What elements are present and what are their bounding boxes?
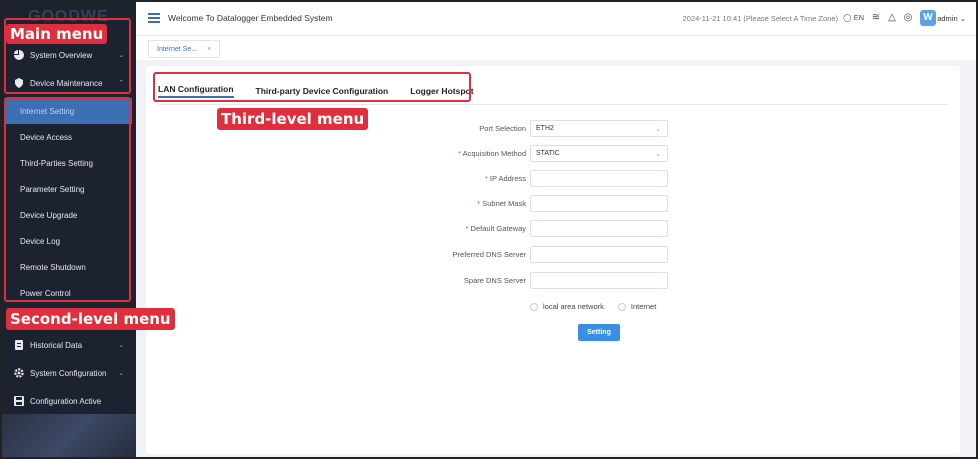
avatar[interactable]: W xyxy=(920,10,936,26)
radio-local-area-network[interactable]: local area network xyxy=(530,302,604,311)
globe-icon: ◯ xyxy=(843,13,854,22)
field-label: * Default Gateway xyxy=(465,224,526,233)
sidebar-item-label: Historical Data xyxy=(30,340,83,350)
timestamp[interactable]: 2024-11-21 10:41 (Please Select A Time Z… xyxy=(683,14,838,23)
subnet-mask-input[interactable] xyxy=(530,195,668,212)
spare-dns-input[interactable] xyxy=(530,272,668,289)
sidebar-item-label: System Configuration xyxy=(30,368,107,378)
gear-icon xyxy=(14,368,24,378)
chevron-down-icon: ⌄ xyxy=(118,342,124,349)
top-header: Welcome To Datalogger Embedded System 20… xyxy=(136,2,976,36)
menu-toggle-icon[interactable] xyxy=(148,13,160,23)
field-label: * IP Address xyxy=(484,174,526,183)
second-level-menu-annotation: Second-level menu xyxy=(6,308,175,330)
form-row-ip-address: * IP Address xyxy=(436,170,668,187)
port-selection-select[interactable]: ETH2 ⌄ xyxy=(530,120,668,137)
second-level-menu-highlight xyxy=(4,97,131,302)
ip-address-input[interactable] xyxy=(530,170,668,187)
close-icon[interactable]: × xyxy=(207,46,211,53)
field-label: Preferred DNS Server xyxy=(452,250,526,259)
form-row-preferred-dns: Preferred DNS Server xyxy=(436,246,668,263)
signal-icon[interactable]: ≋ xyxy=(870,12,882,24)
third-level-menu-annotation: Third-level menu xyxy=(217,108,369,130)
form-row-port-selection: Port Selection ETH2 ⌄ xyxy=(436,120,668,137)
tabs-bar: Internet Se... × xyxy=(136,36,976,60)
sidebar-item-system-configuration[interactable]: System Configuration ⌄ xyxy=(6,360,132,386)
form-row-spare-dns: Spare DNS Server xyxy=(436,272,668,289)
warning-icon[interactable]: △ xyxy=(886,12,898,24)
preferred-dns-input[interactable] xyxy=(530,246,668,263)
field-label: Port Selection xyxy=(479,124,526,133)
field-label: * Subnet Mask xyxy=(477,199,526,208)
field-label: Spare DNS Server xyxy=(463,276,526,285)
sidebar-decoration xyxy=(2,414,136,457)
third-level-menu-highlight xyxy=(153,72,471,102)
chevron-down-icon: ⌄ xyxy=(957,14,966,23)
form-row-acquisition-method: * Acquisition Method STATIC ⌄ xyxy=(436,145,668,162)
setting-button[interactable]: Setting xyxy=(578,324,620,341)
language-selector[interactable]: ◯ EN xyxy=(843,13,864,22)
chevron-down-icon: ⌄ xyxy=(655,150,661,158)
sidebar-item-label: Configuration Active xyxy=(30,396,102,406)
acquisition-method-select[interactable]: STATIC ⌄ xyxy=(530,145,668,162)
radio-internet[interactable]: Internet xyxy=(617,302,656,311)
document-icon xyxy=(14,340,24,350)
main-menu-annotation: Main menu xyxy=(6,24,108,44)
save-icon xyxy=(14,396,24,406)
sidebar-item-historical-data[interactable]: Historical Data ⌄ xyxy=(6,332,132,358)
divider xyxy=(158,104,948,105)
default-gateway-input[interactable] xyxy=(530,220,668,237)
form-row-subnet-mask: * Subnet Mask xyxy=(436,195,668,212)
tab-internet-setting[interactable]: Internet Se... × xyxy=(148,40,221,58)
page-title: Welcome To Datalogger Embedded System xyxy=(168,13,333,23)
field-label: * Acquisition Method xyxy=(458,149,526,158)
network-mode-radio-group: local area network Internet xyxy=(530,302,656,311)
user-menu[interactable]: admin ⌄ xyxy=(937,14,966,23)
form-row-default-gateway: * Default Gateway xyxy=(436,220,668,237)
chevron-down-icon: ⌄ xyxy=(655,125,661,133)
chevron-down-icon: ⌄ xyxy=(118,370,124,377)
target-icon[interactable]: ◎ xyxy=(902,12,914,24)
sidebar-item-configuration-active[interactable]: Configuration Active xyxy=(6,388,132,414)
app-window: GOODWE System Overview ⌄ Device Maintena… xyxy=(0,0,978,459)
